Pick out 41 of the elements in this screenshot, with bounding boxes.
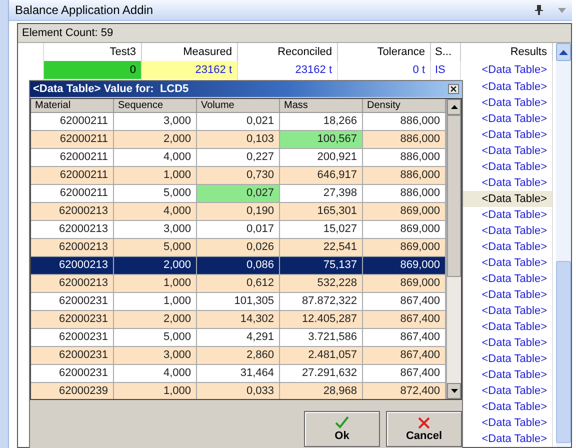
table-row[interactable]: 62000213 3,000 0,017 15,027 869,000 [31, 221, 446, 239]
table-cell: 100,567 [280, 131, 363, 149]
table-row[interactable]: 62000211 4,000 0,227 200,921 886,000 [31, 149, 446, 167]
table-row[interactable]: 62000231 3,000 2,860 2.481,057 867,400 [31, 347, 446, 365]
table-row[interactable]: 62000211 5,000 0,027 27,398 886,000 [31, 185, 446, 203]
data-table-link[interactable]: <Data Table> [461, 191, 553, 207]
table-row[interactable]: 62000231 2,000 14,302 12.405,287 867,400 [31, 311, 446, 329]
window-title: Balance Application Addin [15, 3, 154, 17]
scroll-up-icon[interactable] [450, 105, 458, 109]
element-count-label: Element Count: 59 [18, 24, 571, 43]
table-cell: 28,968 [280, 383, 363, 399]
checkmark-icon [335, 416, 349, 429]
table-cell: 0,033 [197, 383, 280, 399]
table-row[interactable]: 62000239 1,000 0,033 28,968 872,400 [31, 383, 446, 399]
scroll-down-icon[interactable] [450, 389, 458, 393]
table-row[interactable]: 62000213 2,000 0,086 75,137 869,000 [31, 257, 446, 275]
table-cell: 1,000 [114, 383, 197, 399]
table-row[interactable]: 62000211 1,000 0,730 646,917 886,000 [31, 167, 446, 185]
scroll-up-icon[interactable] [559, 50, 568, 54]
scroll-thumb[interactable] [447, 115, 461, 277]
table-row[interactable]: 62000213 5,000 0,026 22,541 869,000 [31, 239, 446, 257]
table-row[interactable]: 62000213 1,000 0,612 532,228 869,000 [31, 275, 446, 293]
ok-button[interactable]: Ok [304, 411, 380, 447]
grid-cell: 23162 t [142, 61, 238, 79]
table-row[interactable]: 62000211 3,000 0,021 18,266 886,000 [31, 113, 446, 131]
vertical-scrollbar[interactable] [556, 43, 571, 447]
table-cell: 62000239 [31, 383, 114, 399]
table-row[interactable]: 62000231 5,000 4,291 3.721,586 867,400 [31, 329, 446, 347]
table-row[interactable]: 62000231 1,000 101,305 87.872,322 867,400 [31, 293, 446, 311]
pin-icon[interactable] [534, 4, 544, 16]
close-icon[interactable] [448, 84, 459, 94]
vertical-scrollbar[interactable] [446, 99, 461, 399]
cancel-button[interactable]: Cancel [386, 411, 462, 447]
grid-cell: 0 [44, 61, 142, 79]
table-row[interactable]: 62000213 4,000 0,190 165,301 869,000 [31, 203, 446, 221]
table-row[interactable]: 62000211 2,000 0,103 100,567 886,000 [31, 131, 446, 149]
table-cell: 0,027 [197, 185, 280, 203]
dialog-title: <Data Table> Value for: LCD5 [33, 83, 190, 95]
scroll-thumb[interactable] [556, 261, 571, 443]
x-icon [418, 416, 430, 428]
table-row[interactable]: 62000231 4,000 31,464 27.291,632 867,400 [31, 365, 446, 383]
